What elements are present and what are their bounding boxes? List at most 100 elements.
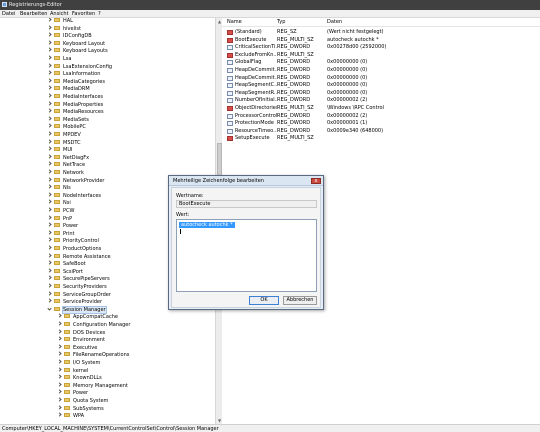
chevron-right-icon[interactable] — [47, 24, 52, 30]
menu-help[interactable]: ? — [98, 11, 101, 17]
chevron-right-icon[interactable] — [47, 154, 52, 159]
chevron-right-icon[interactable] — [57, 382, 62, 387]
ok-button[interactable]: OK — [249, 296, 279, 305]
tree-item[interactable]: Power — [57, 389, 88, 397]
menu-edit[interactable]: Bearbeiten — [20, 11, 47, 17]
chevron-right-icon[interactable] — [47, 176, 52, 182]
chevron-right-icon[interactable] — [47, 78, 52, 83]
chevron-right-icon[interactable] — [57, 389, 62, 395]
tree-item[interactable]: FileRenameOperations — [57, 351, 129, 359]
tree-item[interactable]: IDConfigDB — [47, 32, 92, 40]
value-row[interactable]: HeapSegmentC... REG_DWORD 0x00000000 (0) — [222, 82, 540, 89]
value-row[interactable]: CriticalSectionTi... REG_DWORD 0x00278d00 … — [222, 44, 540, 51]
chevron-right-icon[interactable] — [47, 230, 52, 235]
chevron-right-icon[interactable] — [57, 359, 62, 364]
chevron-down-icon[interactable] — [47, 306, 52, 311]
chevron-right-icon[interactable] — [47, 47, 52, 53]
chevron-right-icon[interactable] — [47, 214, 52, 220]
chevron-right-icon[interactable] — [47, 123, 52, 129]
tree-item[interactable]: MediaSets — [47, 116, 89, 124]
tree-item[interactable]: MSDTC — [47, 138, 81, 147]
menu-file[interactable]: Datei — [2, 11, 15, 17]
value-row[interactable]: ResourceTimeo... REG_DWORD 0x0009e340 (648… — [222, 128, 540, 135]
tree-item[interactable]: Keyboard Layout — [47, 40, 105, 48]
chevron-right-icon[interactable] — [47, 108, 52, 113]
chevron-right-icon[interactable] — [47, 207, 52, 212]
chevron-right-icon[interactable] — [57, 351, 62, 357]
chevron-right-icon[interactable] — [47, 70, 52, 75]
value-row[interactable]: HeapSegmentR... REG_DWORD 0x00000000 (0) — [222, 90, 540, 97]
tree-item[interactable]: Session Manager — [47, 305, 107, 314]
tree-item[interactable]: ServiceProvider — [47, 298, 102, 306]
tree-item[interactable]: MediaDRM — [47, 85, 90, 93]
tree-item[interactable]: LsaInformation — [47, 70, 100, 78]
chevron-right-icon[interactable] — [47, 116, 52, 121]
tree-item[interactable]: Nls — [47, 184, 71, 192]
tree-item[interactable]: MediaResources — [47, 108, 104, 116]
chevron-right-icon[interactable] — [47, 93, 52, 98]
cancel-button[interactable]: Abbrechen — [283, 296, 317, 305]
chevron-right-icon[interactable] — [47, 192, 52, 197]
chevron-right-icon[interactable] — [47, 161, 52, 167]
tree-item[interactable]: Executive — [57, 344, 97, 352]
chevron-right-icon[interactable] — [47, 298, 52, 303]
chevron-right-icon[interactable] — [47, 138, 52, 144]
value-row[interactable]: ProtectionMode REG_DWORD 0x00000001 (1) — [222, 120, 540, 127]
value-data-textarea[interactable]: autocheck autochk * — [176, 219, 317, 292]
chevron-right-icon[interactable] — [47, 100, 52, 106]
tree-item[interactable]: KnownDLLs — [57, 374, 102, 382]
value-row[interactable]: GlobalFlag REG_DWORD 0x00000000 (0) — [222, 59, 540, 66]
chevron-right-icon[interactable] — [47, 32, 52, 37]
tree-item[interactable]: MediaCategories — [47, 78, 105, 86]
column-type[interactable]: Typ — [277, 19, 285, 26]
tree-item[interactable]: NetTrace — [47, 161, 85, 169]
tree-item[interactable]: Print — [47, 230, 75, 238]
chevron-right-icon[interactable] — [47, 40, 52, 45]
tree-item[interactable]: Power — [47, 222, 78, 230]
chevron-right-icon[interactable] — [47, 131, 52, 136]
chevron-right-icon[interactable] — [47, 237, 52, 243]
tree-item[interactable]: SubSystems — [57, 404, 104, 413]
chevron-right-icon[interactable] — [47, 55, 52, 60]
tree-item[interactable]: PnP — [47, 214, 72, 223]
chevron-right-icon[interactable] — [57, 374, 62, 379]
chevron-right-icon[interactable] — [57, 397, 62, 402]
menu-view[interactable]: Ansicht — [50, 11, 68, 17]
tree-item[interactable]: kernel — [57, 366, 88, 375]
column-name[interactable]: Name — [227, 19, 242, 26]
tree-item[interactable]: NetDiagFx — [47, 154, 89, 162]
chevron-right-icon[interactable] — [47, 260, 52, 265]
tree-item[interactable]: MPDEV — [47, 131, 81, 139]
tree-item[interactable]: Keyboard Layouts — [47, 47, 108, 55]
tree-item[interactable]: MediaProperties — [47, 100, 103, 109]
tree-item[interactable]: SafeBoot — [47, 260, 86, 268]
close-icon[interactable]: x — [311, 178, 321, 184]
chevron-right-icon[interactable] — [57, 412, 62, 417]
tree-item[interactable]: MediaInterfaces — [47, 93, 103, 101]
tree-item[interactable]: PriorityControl — [47, 237, 99, 245]
tree-item[interactable]: DOS Devices — [57, 328, 105, 337]
tree-item[interactable]: PCW — [47, 207, 74, 215]
tree-item[interactable]: SecurePipeServers — [47, 275, 110, 283]
value-row[interactable]: SetupExecute REG_MULTI_SZ — [222, 135, 540, 142]
chevron-right-icon[interactable] — [57, 404, 62, 410]
chevron-right-icon[interactable] — [47, 199, 52, 205]
chevron-right-icon[interactable] — [57, 336, 62, 341]
tree-item[interactable]: Quota System — [57, 397, 108, 405]
value-row[interactable]: (Standard) REG_SZ (Wert nicht festgelegt) — [222, 29, 540, 36]
chevron-right-icon[interactable] — [47, 85, 52, 91]
chevron-right-icon[interactable] — [57, 313, 62, 319]
value-row[interactable]: ExcludeFromKn... REG_MULTI_SZ — [222, 52, 540, 59]
tree-item[interactable]: Lsa — [47, 55, 71, 63]
value-row[interactable]: NumberOfInitial... REG_DWORD 0x00000002 (2… — [222, 97, 540, 104]
chevron-right-icon[interactable] — [47, 62, 52, 68]
tree-item[interactable]: I/O System — [57, 359, 100, 367]
tree-item[interactable]: NodeInterfaces — [47, 192, 101, 200]
tree-item[interactable]: Nsi — [47, 199, 71, 207]
tree-item[interactable]: ServiceGroupOrder — [47, 290, 111, 299]
tree-item[interactable]: WPA — [57, 412, 84, 420]
chevron-right-icon[interactable] — [47, 290, 52, 296]
tree-item[interactable]: hivelist — [47, 24, 81, 33]
value-row[interactable]: BootExecute REG_MULTI_SZ autocheck autochk… — [222, 37, 540, 44]
tree-item[interactable]: NetworkProvider — [47, 176, 104, 185]
